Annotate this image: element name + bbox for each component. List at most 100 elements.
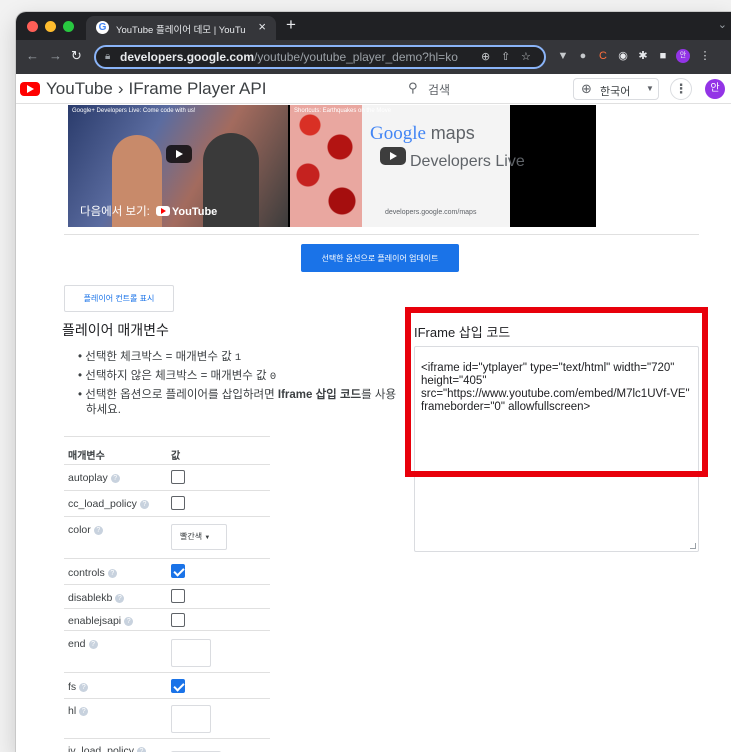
play-button-icon[interactable] bbox=[166, 145, 192, 163]
color-select[interactable]: 빨간색 ▼ bbox=[171, 524, 227, 550]
param-row-cc-load-policy: cc_load_policy? bbox=[64, 490, 270, 516]
param-row-enablejsapi: enablejsapi? bbox=[64, 608, 270, 630]
lock-icon: 🔒︎ bbox=[105, 51, 111, 62]
enablejsapi-checkbox[interactable] bbox=[171, 613, 185, 627]
maps-url-text: developers.google.com/maps bbox=[385, 209, 477, 216]
globe-icon: ⊕ bbox=[581, 81, 592, 96]
forward-arrow-icon[interactable]: → bbox=[49, 48, 62, 64]
param-name: disablekb bbox=[68, 592, 113, 604]
browser-window: G YouTube 플레이어 데모 | YouTube × + ⌄ ← → ↻ … bbox=[16, 12, 731, 752]
help-icon[interactable]: ? bbox=[93, 526, 103, 535]
breadcrumb: YouTube › IFrame Player API bbox=[46, 79, 266, 99]
help-icon[interactable]: ? bbox=[110, 474, 120, 483]
minimize-window-button[interactable] bbox=[45, 21, 56, 32]
profile-avatar-icon[interactable]: 안 bbox=[676, 49, 690, 63]
iframe-code-textarea[interactable]: <iframe id="ytplayer" type="text/html" w… bbox=[414, 346, 699, 552]
youtube-logo-icon[interactable] bbox=[20, 82, 40, 96]
param-name: fs bbox=[68, 681, 77, 693]
param-name: end bbox=[68, 638, 86, 650]
update-player-button[interactable]: 선택한 옵션으로 플레이어 업데이트 bbox=[301, 244, 459, 272]
params-heading: 플레이어 매개변수 bbox=[62, 322, 169, 338]
help-icon[interactable]: ? bbox=[88, 640, 98, 649]
help-icon[interactable]: ? bbox=[79, 707, 89, 716]
param-row-iv-load-policy: iv_load_policy? 1 ▼ bbox=[64, 738, 270, 752]
maximize-window-button[interactable] bbox=[63, 21, 74, 32]
reload-icon[interactable]: ↻ bbox=[71, 48, 82, 64]
bookmark-star-icon[interactable]: ☆ bbox=[521, 50, 531, 63]
hl-input[interactable] bbox=[171, 705, 211, 733]
param-name: cc_load_policy bbox=[68, 498, 137, 510]
developers-live-text: Developers Live bbox=[410, 153, 525, 170]
param-name: iv_load_policy bbox=[68, 745, 134, 752]
google-favicon-icon: G bbox=[96, 21, 109, 34]
param-name: hl bbox=[68, 705, 77, 717]
param-name: enablejsapi bbox=[68, 615, 122, 627]
map-pins-graphic bbox=[290, 105, 362, 227]
column-header-param: 매개변수 bbox=[68, 451, 105, 462]
site-header: YouTube › IFrame Player API ⚲ 검색 ⊕ 한국어 ▼ ⋮… bbox=[16, 74, 731, 104]
param-row-color: color? 빨간색 ▼ bbox=[64, 516, 270, 558]
help-icon[interactable]: ? bbox=[115, 594, 125, 603]
account-avatar[interactable]: 안 bbox=[705, 79, 725, 99]
more-options-icon[interactable]: ⋮ bbox=[670, 78, 692, 100]
instruction-item: • 선택하지 않은 체크박스 = 매개변수 값 0 bbox=[78, 370, 277, 383]
table-header-row: 매개변수 값 bbox=[64, 436, 270, 464]
fs-checkbox[interactable] bbox=[171, 679, 185, 693]
autoplay-checkbox[interactable] bbox=[171, 470, 185, 484]
url-text: developers.google.com/youtube/youtube_pl… bbox=[120, 50, 458, 64]
column-header-value: 값 bbox=[171, 451, 181, 462]
help-icon[interactable]: ? bbox=[136, 747, 146, 752]
tab-strip: G YouTube 플레이어 데모 | YouTube × + ⌄ bbox=[16, 12, 731, 40]
watch-on-youtube[interactable]: 다음에서 보기: YouTube bbox=[80, 203, 217, 219]
install-app-icon[interactable]: ⊕ bbox=[481, 50, 490, 63]
close-window-button[interactable] bbox=[27, 21, 38, 32]
youtube-small-logo-icon bbox=[155, 206, 170, 216]
tab-search-chevron-icon[interactable]: ⌄ bbox=[718, 18, 727, 31]
extension-circle-icon[interactable]: ● bbox=[576, 49, 590, 63]
breadcrumb-separator: › bbox=[117, 79, 124, 98]
ci-extension-icon[interactable]: C bbox=[596, 49, 610, 63]
new-tab-button[interactable]: + bbox=[286, 16, 296, 34]
back-arrow-icon[interactable]: ← bbox=[26, 48, 39, 64]
iframe-code-heading: IFrame 삽입 코드 bbox=[414, 325, 511, 340]
video-thumbnail-2[interactable]: Shortcuts: Earthquakes on the Move Googl… bbox=[290, 105, 525, 227]
param-row-autoplay: autoplay? bbox=[64, 464, 270, 490]
language-selector[interactable]: ⊕ 한국어 ▼ bbox=[573, 78, 659, 100]
video-1-title: Google+ Developers Live: Come code with … bbox=[72, 108, 196, 114]
record-extension-icon[interactable]: ◉ bbox=[616, 49, 630, 63]
tab-title: YouTube 플레이어 데모 | YouTube bbox=[116, 25, 246, 36]
browser-menu-icon[interactable]: ⋮ bbox=[698, 49, 712, 63]
help-icon[interactable]: ? bbox=[124, 617, 134, 626]
chevron-down-icon: ▼ bbox=[204, 535, 211, 541]
help-icon[interactable]: ? bbox=[107, 569, 117, 578]
side-panel-icon[interactable]: ■ bbox=[656, 49, 670, 63]
puzzle-extensions-icon[interactable]: ✱ bbox=[636, 49, 650, 63]
address-bar[interactable]: 🔒︎ developers.google.com/youtube/youtube… bbox=[94, 45, 546, 69]
vue-extension-icon[interactable]: ▼ bbox=[556, 49, 570, 63]
share-icon[interactable]: ⇧ bbox=[501, 50, 510, 63]
help-icon[interactable]: ? bbox=[139, 500, 149, 509]
param-row-end: end? bbox=[64, 630, 270, 672]
chevron-down-icon: ▼ bbox=[646, 84, 654, 93]
end-input[interactable] bbox=[171, 639, 211, 667]
video-player[interactable]: Google+ Developers Live: Come code with … bbox=[68, 105, 596, 227]
tab-close-icon[interactable]: × bbox=[258, 20, 266, 34]
param-name: color bbox=[68, 524, 91, 536]
search-box[interactable]: ⚲ 검색 bbox=[408, 79, 558, 99]
divider bbox=[64, 234, 699, 235]
show-controls-button[interactable]: 플레이어 컨트롤 표시 bbox=[64, 285, 174, 312]
help-icon[interactable]: ? bbox=[79, 683, 89, 692]
cc-load-policy-checkbox[interactable] bbox=[171, 496, 185, 510]
page-content: Google+ Developers Live: Come code with … bbox=[16, 105, 731, 752]
breadcrumb-youtube[interactable]: YouTube bbox=[46, 79, 113, 98]
play-button-icon[interactable] bbox=[380, 147, 406, 165]
search-icon: ⚲ bbox=[408, 80, 418, 95]
controls-checkbox[interactable] bbox=[171, 564, 185, 578]
disablekb-checkbox[interactable] bbox=[171, 589, 185, 603]
params-instructions: • 선택한 체크박스 = 매개변수 값 1 • 선택하지 않은 체크박스 = 매… bbox=[64, 350, 399, 421]
resize-handle[interactable] bbox=[690, 543, 696, 549]
iframe-code-text: <iframe id="ytplayer" type="text/html" w… bbox=[421, 362, 690, 413]
breadcrumb-iframe-api[interactable]: IFrame Player API bbox=[128, 79, 266, 98]
browser-tab[interactable]: G YouTube 플레이어 데모 | YouTube × bbox=[86, 16, 276, 40]
instruction-item: • 선택한 옵션으로 플레이어를 삽입하려면 Iframe 삽입 코드를 사용하… bbox=[78, 389, 397, 416]
